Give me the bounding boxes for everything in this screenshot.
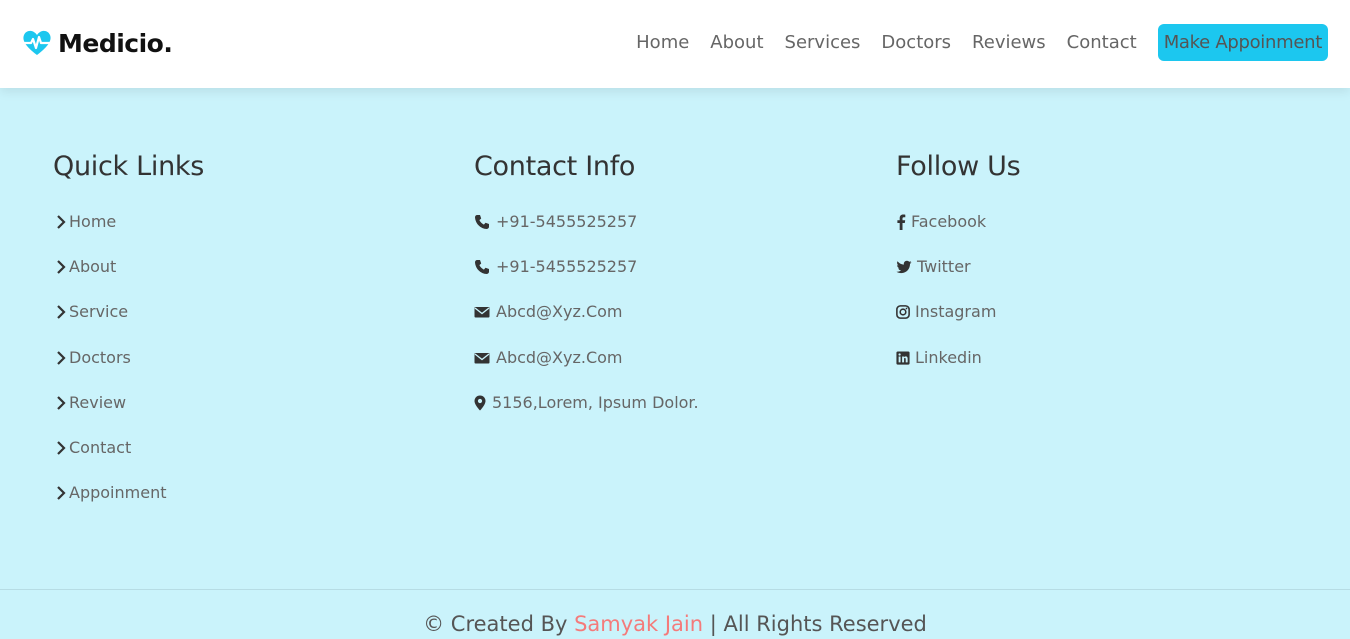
social-instagram[interactable]: Instagram — [896, 302, 1020, 347]
social-label[interactable]: Linkedin — [915, 348, 982, 367]
footer-divider — [0, 589, 1350, 590]
nav-contact[interactable]: Contact — [1067, 32, 1137, 53]
contact-address[interactable]: 5156,Lorem, Ipsum Dolor. — [474, 393, 699, 438]
map-marker-icon — [474, 395, 486, 411]
quick-link-about[interactable]: About — [53, 257, 204, 302]
quick-link-label[interactable]: Appoinment — [69, 483, 166, 502]
contact-phone-2[interactable]: +91-5455525257 — [474, 257, 699, 302]
quick-link-label[interactable]: Home — [69, 212, 116, 231]
nav-about[interactable]: About — [710, 32, 763, 53]
quick-link-label[interactable]: Review — [69, 393, 126, 412]
quick-link-review[interactable]: Review — [53, 393, 204, 438]
heartbeat-icon — [22, 29, 52, 57]
contact-email-1[interactable]: Abcd@Xyz.Com — [474, 302, 699, 347]
follow-us-title: Follow Us — [896, 151, 1021, 182]
quick-link-contact[interactable]: Contact — [53, 438, 204, 483]
chevron-right-icon — [53, 350, 66, 366]
chevron-right-icon — [53, 214, 66, 230]
chevron-right-icon — [53, 485, 66, 501]
quick-link-appointment[interactable]: Appoinment — [53, 483, 204, 528]
quick-links-list: Home About Service Doctors Review Contac… — [53, 212, 204, 528]
social-label[interactable]: Facebook — [911, 212, 986, 231]
quick-link-home[interactable]: Home — [53, 212, 204, 257]
credit-suffix: | All Rights Reserved — [703, 612, 927, 636]
chevron-right-icon — [53, 395, 66, 411]
social-linkedin[interactable]: Linkedin — [896, 348, 1020, 393]
quick-link-label[interactable]: About — [69, 257, 116, 276]
contact-text[interactable]: +91-5455525257 — [496, 257, 637, 276]
quick-links-section: Quick Links Home About Service Doctors R… — [53, 150, 204, 528]
phone-icon — [474, 214, 490, 230]
quick-link-doctors[interactable]: Doctors — [53, 348, 204, 393]
social-label[interactable]: Instagram — [915, 302, 996, 321]
nav-reviews[interactable]: Reviews — [972, 32, 1046, 53]
phone-icon — [474, 259, 490, 275]
chevron-right-icon — [53, 304, 66, 320]
contact-text[interactable]: Abcd@Xyz.Com — [496, 348, 623, 367]
footer-credit: © Created By Samyak Jain | All Rights Re… — [0, 612, 1350, 636]
credit-author-link[interactable]: Samyak Jain — [574, 612, 703, 636]
contact-phone-1[interactable]: +91-5455525257 — [474, 212, 699, 257]
nav-doctors[interactable]: Doctors — [881, 32, 951, 53]
contact-info-list: +91-5455525257 +91-5455525257 Abcd@Xyz.C… — [474, 212, 699, 438]
contact-info-section: Contact Info +91-5455525257 +91-54555252… — [474, 150, 699, 438]
instagram-icon — [896, 304, 910, 320]
site-header: Medicio. Home About Services Doctors Rev… — [0, 0, 1350, 88]
contact-info-title: Contact Info — [474, 151, 636, 182]
nav-services[interactable]: Services — [785, 32, 861, 53]
quick-link-label[interactable]: Contact — [69, 438, 131, 457]
envelope-icon — [474, 350, 490, 366]
brand-name: Medicio. — [58, 28, 173, 58]
quick-link-service[interactable]: Service — [53, 302, 204, 347]
contact-text[interactable]: 5156,Lorem, Ipsum Dolor. — [492, 393, 699, 412]
quick-link-label[interactable]: Doctors — [69, 348, 131, 367]
social-facebook[interactable]: Facebook — [896, 212, 1020, 257]
social-twitter[interactable]: Twitter — [896, 257, 1020, 302]
chevron-right-icon — [53, 440, 66, 456]
social-label[interactable]: Twitter — [917, 257, 971, 276]
quick-links-title: Quick Links — [53, 151, 204, 182]
quick-link-label[interactable]: Service — [69, 302, 128, 321]
brand-logo[interactable]: Medicio. — [22, 26, 173, 60]
main-nav: Home About Services Doctors Reviews Cont… — [636, 24, 1328, 61]
credit-prefix: © Created By — [423, 612, 575, 636]
envelope-icon — [474, 304, 490, 320]
linkedin-icon — [896, 350, 910, 366]
contact-text[interactable]: +91-5455525257 — [496, 212, 637, 231]
make-appointment-button[interactable]: Make Appoinment — [1157, 24, 1328, 61]
contact-email-2[interactable]: Abcd@Xyz.Com — [474, 348, 699, 393]
facebook-icon — [896, 214, 906, 230]
twitter-icon — [896, 259, 912, 275]
chevron-right-icon — [53, 259, 66, 275]
contact-text[interactable]: Abcd@Xyz.Com — [496, 302, 623, 321]
nav-home[interactable]: Home — [636, 32, 689, 53]
social-links-list: Facebook Twitter Instagram Linkedin — [896, 212, 1020, 393]
follow-us-section: Follow Us Facebook Twitter Instagram Lin… — [896, 150, 1021, 393]
